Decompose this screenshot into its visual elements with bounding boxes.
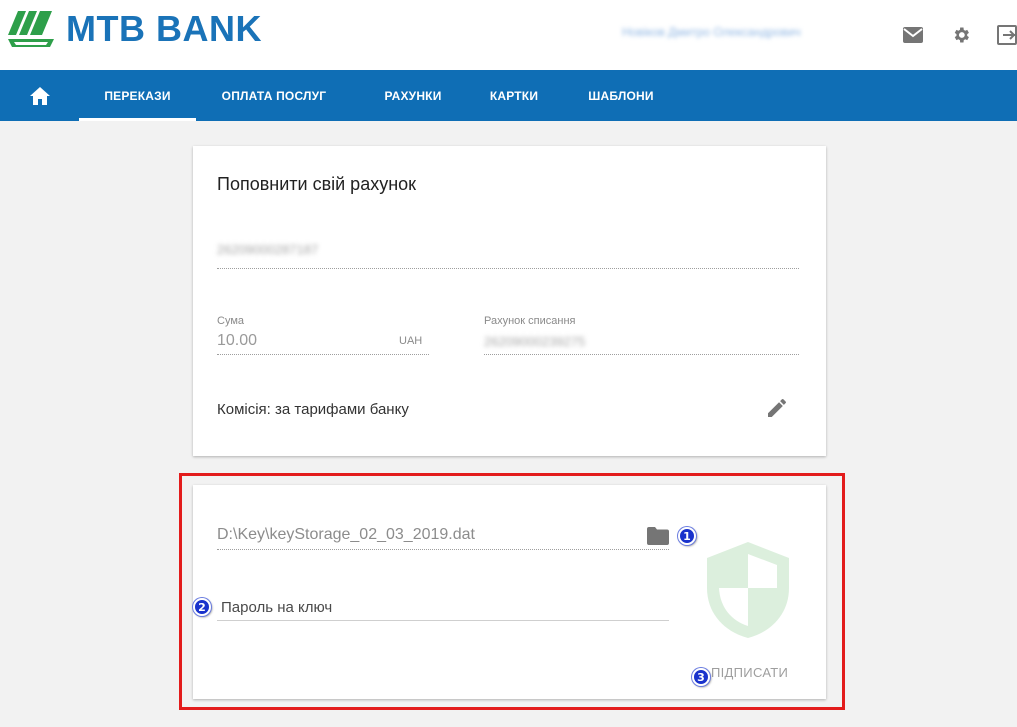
gear-icon[interactable] xyxy=(950,24,972,46)
bank-logo[interactable]: MTB BANK xyxy=(8,8,262,50)
shield-icon xyxy=(703,540,793,640)
step-marker-2: 2 xyxy=(193,598,211,616)
debit-account-select[interactable]: 26209000239275 xyxy=(484,334,585,349)
target-account-underline xyxy=(217,268,799,269)
sign-card: D:\Key\keyStorage_02_03_2019.dat Пароль … xyxy=(193,485,826,699)
user-name[interactable]: Новіков Дмитро Олександрович xyxy=(622,25,801,39)
sign-button[interactable]: ПІДПИСАТИ xyxy=(711,665,788,680)
nav-tab-payments[interactable]: ОПЛАТА ПОСЛУГ xyxy=(205,70,343,121)
key-password-underline xyxy=(217,620,669,621)
debit-account-label: Рахунок списання xyxy=(484,315,576,327)
step-marker-3: 3 xyxy=(692,668,710,686)
key-file-path[interactable]: D:\Key\keyStorage_02_03_2019.dat xyxy=(217,526,475,544)
card-title: Поповнити свій рахунок xyxy=(217,174,417,194)
logout-icon[interactable] xyxy=(996,24,1017,46)
key-file-underline xyxy=(217,549,669,550)
mail-icon[interactable] xyxy=(902,24,924,46)
transfer-card: Поповнити свій рахунок 26209000287187 Су… xyxy=(193,146,826,456)
amount-label: Сума xyxy=(217,315,245,327)
debit-account-underline xyxy=(484,354,799,355)
currency-label: UAH xyxy=(399,335,423,347)
pencil-icon[interactable] xyxy=(765,396,789,420)
folder-icon[interactable] xyxy=(647,527,669,545)
amount-underline xyxy=(217,354,429,355)
key-password-input[interactable]: Пароль на ключ xyxy=(221,599,332,616)
commission-text: Комісія: за тарифами банку xyxy=(217,401,409,418)
nav-tab-cards[interactable]: КАРТКИ xyxy=(474,70,554,121)
main-nav: ПЕРЕКАЗИ ОПЛАТА ПОСЛУГ РАХУНКИ КАРТКИ ША… xyxy=(0,70,1017,121)
amount-input[interactable]: 10.00 xyxy=(217,332,257,350)
nav-tab-transfers[interactable]: ПЕРЕКАЗИ xyxy=(79,70,196,121)
step-marker-1: 1 xyxy=(678,527,696,545)
nav-tab-accounts[interactable]: РАХУНКИ xyxy=(366,70,460,121)
nav-tab-templates[interactable]: ШАБЛОНИ xyxy=(577,70,665,121)
bank-name: MTB BANK xyxy=(66,8,262,49)
target-account-field[interactable]: 26209000287187 xyxy=(217,242,318,257)
app-header: MTB BANK Новіков Дмитро Олександрович xyxy=(0,0,1017,70)
bank-logo-icon xyxy=(8,11,54,47)
home-icon[interactable] xyxy=(27,84,53,108)
